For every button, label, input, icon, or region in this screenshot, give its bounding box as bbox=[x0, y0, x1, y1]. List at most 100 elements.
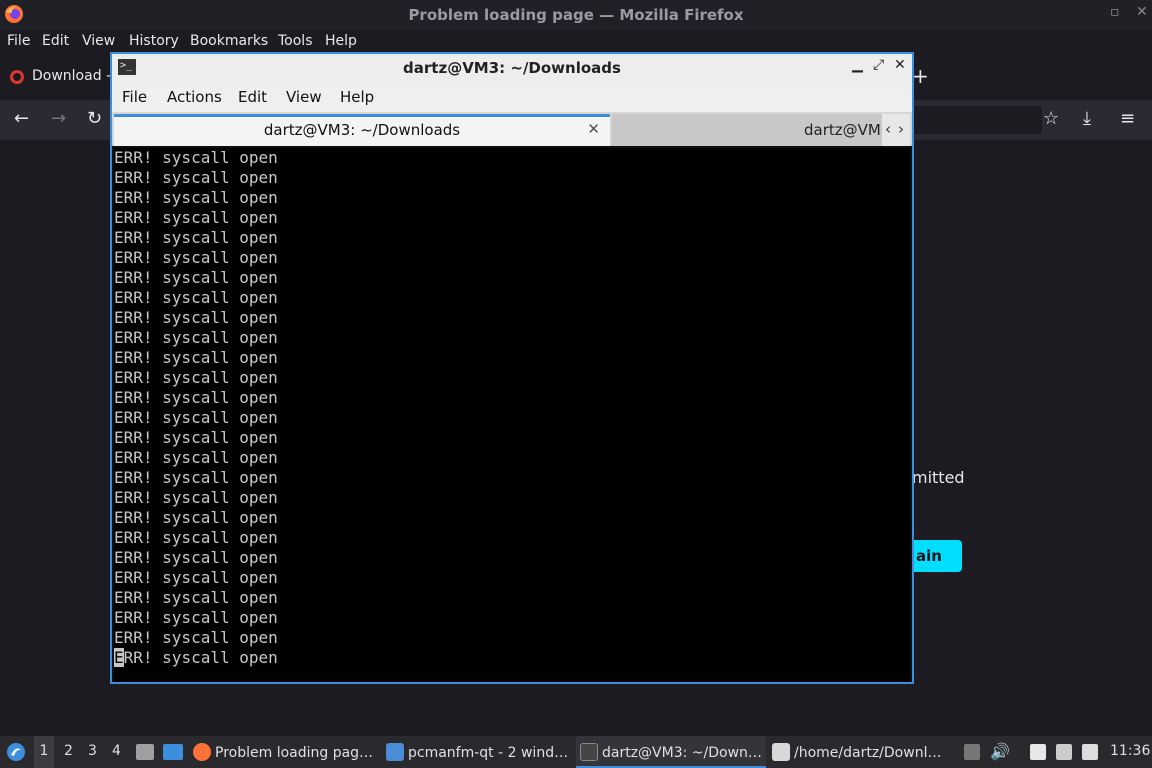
show-desktop-icon[interactable] bbox=[163, 744, 183, 760]
maximize-icon[interactable]: ⤢ bbox=[873, 57, 884, 73]
term-menu-file[interactable]: File bbox=[122, 88, 147, 106]
terminal-tab-2[interactable]: dartz@VM3: ~/Downloads bbox=[612, 114, 882, 146]
terminal-line: ERR! syscall open bbox=[114, 348, 278, 367]
desktop-4[interactable]: 4 bbox=[112, 743, 121, 759]
terminal-icon bbox=[580, 743, 598, 761]
term-menu-help[interactable]: Help bbox=[340, 88, 374, 106]
task-label: pcmanfm-qt - 2 wind… bbox=[408, 745, 569, 761]
terminal-line: ERR! syscall open bbox=[114, 628, 278, 647]
network-icon[interactable] bbox=[1056, 744, 1072, 760]
terminal-line: ERR! syscall open bbox=[114, 248, 278, 267]
terminal-line: ERR! syscall open bbox=[114, 168, 278, 187]
notifications-icon[interactable] bbox=[1082, 744, 1098, 760]
terminal-line: ERR! syscall open bbox=[114, 568, 278, 587]
task-pcmanfm[interactable]: pcmanfm-qt - 2 wind… bbox=[386, 736, 570, 768]
terminal-line: ERR! syscall open bbox=[114, 288, 278, 307]
reload-icon[interactable]: ↻ bbox=[87, 108, 102, 129]
clock[interactable]: 11:36 bbox=[1110, 743, 1150, 761]
terminal-line: ERR! syscall open bbox=[114, 448, 278, 467]
terminal-line: ERR! syscall open bbox=[114, 328, 278, 347]
chevron-right-icon[interactable]: › bbox=[898, 120, 904, 138]
browser-tab[interactable]: Download - bbox=[4, 62, 124, 92]
chevron-left-icon[interactable]: ‹ bbox=[885, 120, 891, 138]
terminal-line: ERR! syscall open bbox=[114, 188, 278, 207]
task-text-editor[interactable]: /home/dartz/Downl… bbox=[772, 736, 952, 768]
back-icon[interactable]: ← bbox=[14, 108, 29, 129]
tray-up-arrow-icon[interactable] bbox=[964, 744, 980, 760]
firefox-menubar: File Edit View History Bookmarks Tools H… bbox=[0, 30, 1152, 54]
volume-icon[interactable]: 🔊 bbox=[990, 742, 1010, 762]
menu-file[interactable]: File bbox=[7, 33, 30, 49]
terminal-menubar: File Actions Edit View Help bbox=[112, 82, 912, 112]
terminal-line: ERR! syscall open bbox=[114, 308, 278, 327]
file-manager-launcher-icon[interactable] bbox=[136, 744, 154, 760]
terminal-output[interactable]: ERR! syscall open ERR! syscall open ERR! s… bbox=[114, 148, 910, 682]
terminal-line: ERR! syscall open bbox=[114, 648, 278, 667]
task-label: /home/dartz/Downl… bbox=[794, 745, 942, 761]
forward-icon[interactable]: → bbox=[51, 108, 66, 129]
desktop-1[interactable]: 1 bbox=[34, 736, 54, 768]
new-tab-button[interactable]: + bbox=[912, 64, 929, 88]
error-text-fragment: mitted bbox=[912, 468, 965, 487]
close-tab-icon[interactable]: ✕ bbox=[587, 120, 600, 138]
terminal-line: ERR! syscall open bbox=[114, 228, 278, 247]
terminal-title: dartz@VM3: ~/Downloads bbox=[403, 59, 621, 77]
terminal-line: ERR! syscall open bbox=[114, 488, 278, 507]
close-icon[interactable]: ✕ bbox=[894, 57, 906, 73]
terminal-line: ERR! syscall open bbox=[114, 508, 278, 527]
terminal-line: ERR! syscall open bbox=[114, 428, 278, 447]
start-menu-icon[interactable] bbox=[6, 742, 26, 762]
task-terminal[interactable]: dartz@VM3: ~/Down… bbox=[576, 736, 766, 768]
menu-edit[interactable]: Edit bbox=[42, 33, 69, 49]
term-menu-edit[interactable]: Edit bbox=[238, 88, 267, 106]
clipboard-icon[interactable] bbox=[1030, 744, 1046, 760]
desktop-3[interactable]: 3 bbox=[88, 743, 97, 759]
tab-label: Download - bbox=[32, 68, 112, 84]
opera-icon bbox=[10, 70, 24, 84]
terminal-line: ERR! syscall open bbox=[114, 408, 278, 427]
task-label: Problem loading pag… bbox=[215, 745, 374, 761]
folder-icon bbox=[386, 743, 404, 761]
taskbar: 1 2 3 4 Problem loading pag… pcmanfm-qt … bbox=[0, 736, 1152, 768]
menu-tools[interactable]: Tools bbox=[278, 33, 313, 49]
term-menu-view[interactable]: View bbox=[286, 88, 322, 106]
terminal-tab-label: dartz@VM3: ~/Downloads bbox=[804, 121, 882, 139]
terminal-tabbar: dartz@VM3: ~/Downloads ✕ dartz@VM3: ~/Do… bbox=[112, 112, 912, 146]
menu-help[interactable]: Help bbox=[325, 33, 357, 49]
minimize-icon[interactable]: ▫ bbox=[1110, 4, 1120, 20]
menu-bookmarks[interactable]: Bookmarks bbox=[190, 33, 268, 49]
menu-history[interactable]: History bbox=[129, 33, 179, 49]
text-editor-icon bbox=[772, 743, 790, 761]
terminal-line: ERR! syscall open bbox=[114, 548, 278, 567]
tab-scroll-buttons: ‹ › bbox=[882, 114, 910, 146]
downloads-icon[interactable]: ⤓ bbox=[1083, 108, 1091, 129]
terminal-line: ERR! syscall open bbox=[114, 208, 278, 227]
terminal-tab-label: dartz@VM3: ~/Downloads bbox=[263, 121, 461, 139]
url-bar[interactable] bbox=[912, 106, 1042, 134]
terminal-lines: ERR! syscall open ERR! syscall open ERR! s… bbox=[114, 148, 278, 668]
window-title: Problem loading page — Mozilla Firefox bbox=[408, 6, 744, 24]
terminal-line: ERR! syscall open bbox=[114, 388, 278, 407]
text-cursor: E bbox=[114, 648, 124, 667]
desktop-2[interactable]: 2 bbox=[64, 743, 73, 759]
task-label: dartz@VM3: ~/Down… bbox=[602, 745, 762, 761]
terminal-line: ERR! syscall open bbox=[114, 148, 278, 167]
term-menu-actions[interactable]: Actions bbox=[167, 88, 222, 106]
terminal-tab-1[interactable]: dartz@VM3: ~/Downloads ✕ bbox=[114, 114, 610, 146]
minimize-icon[interactable]: ▁ bbox=[852, 57, 863, 73]
terminal-line: ERR! syscall open bbox=[114, 268, 278, 287]
terminal-line: ERR! syscall open bbox=[114, 368, 278, 387]
bookmark-star-icon[interactable]: ☆ bbox=[1043, 108, 1059, 129]
firefox-icon bbox=[193, 743, 211, 761]
terminal-line: ERR! syscall open bbox=[114, 528, 278, 547]
task-firefox[interactable]: Problem loading pag… bbox=[193, 736, 377, 768]
try-again-label: ain bbox=[916, 547, 942, 565]
hamburger-menu-icon[interactable]: ≡ bbox=[1120, 108, 1135, 129]
menu-view[interactable]: View bbox=[82, 33, 115, 49]
terminal-line: ERR! syscall open bbox=[114, 468, 278, 487]
terminal-line: ERR! syscall open bbox=[114, 588, 278, 607]
close-icon[interactable]: ✕ bbox=[1136, 4, 1148, 20]
terminal-line: ERR! syscall open bbox=[114, 608, 278, 627]
terminal-window: >_ dartz@VM3: ~/Downloads ▁ ⤢ ✕ File Act… bbox=[110, 52, 914, 684]
terminal-titlebar[interactable]: >_ dartz@VM3: ~/Downloads ▁ ⤢ ✕ bbox=[112, 54, 912, 82]
